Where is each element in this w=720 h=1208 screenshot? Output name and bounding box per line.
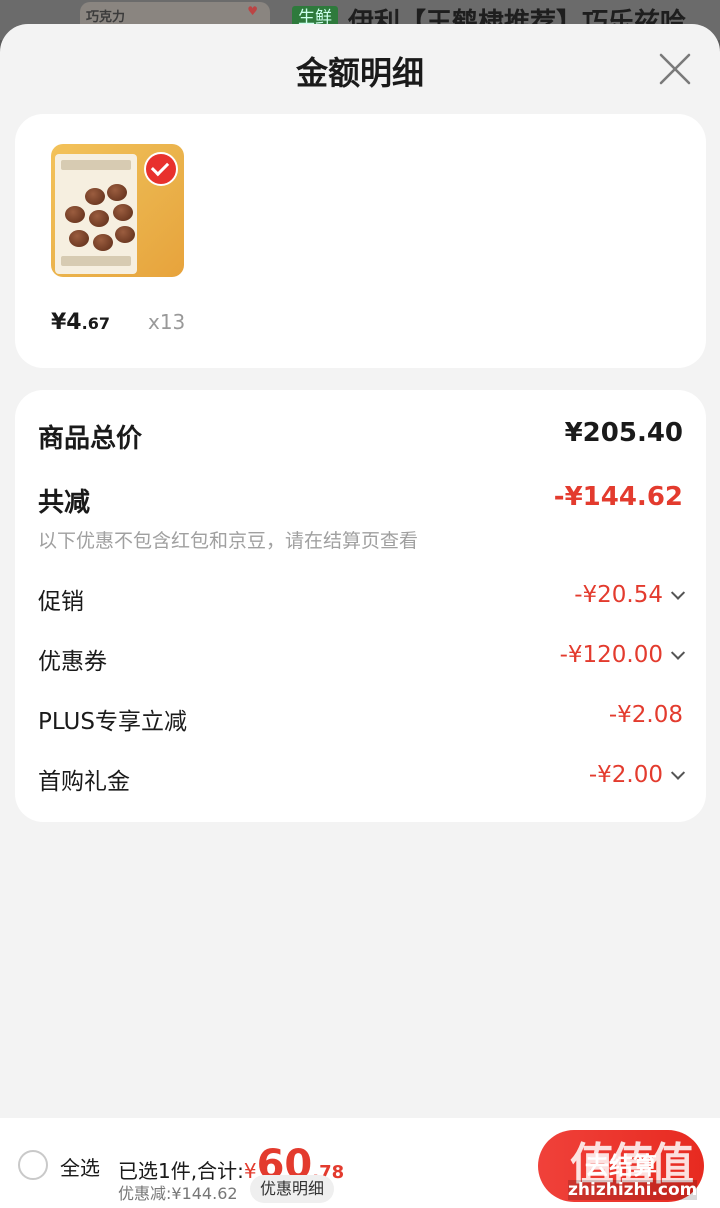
discount-hint: 以下优惠不包含红包和京豆，请在结算页查看 <box>38 530 419 552</box>
chevron-down-icon <box>670 765 686 780</box>
first-purchase-gift-value: -¥2.00 <box>588 762 686 788</box>
discount-summary: 优惠减:¥144.62 <box>118 1184 238 1203</box>
product-box-graphic <box>55 154 137 274</box>
close-icon[interactable] <box>658 52 692 86</box>
first-purchase-gift-amount: -¥2.00 <box>588 762 663 788</box>
amount-detail-sheet: 金额明细 ¥4.67 x13 商品总价 ¥205.40 共减 -¥144.62 … <box>0 24 720 1208</box>
total-reduction-label: 共减 <box>38 488 91 518</box>
plus-discount-value: -¥2.08 <box>608 702 683 728</box>
background-thumb-text: 巧克力 <box>86 10 126 25</box>
price-decimal: .67 <box>81 314 110 333</box>
chevron-down-icon <box>670 585 686 600</box>
coupon-amount: -¥120.00 <box>559 642 663 668</box>
watermark: 值值值 zhizhizhi.com <box>560 1120 720 1206</box>
chevron-down-icon <box>670 645 686 660</box>
promotion-amount: -¥20.54 <box>574 582 663 608</box>
watermark-site: zhizhizhi.com <box>568 1180 698 1200</box>
sheet-title: 金额明细 <box>295 54 424 92</box>
product-image[interactable] <box>51 144 184 277</box>
total-reduction-value: -¥144.62 <box>553 482 683 512</box>
heart-icon: ♥ <box>247 4 258 18</box>
product-unit-price: ¥4.67 <box>51 310 110 335</box>
total-price-value: ¥205.40 <box>564 418 683 448</box>
plus-discount-label: PLUS专享立减 <box>38 709 187 735</box>
promotion-value: -¥20.54 <box>574 582 686 608</box>
first-purchase-gift-label: 首购礼金 <box>38 769 130 795</box>
price-integer: ¥4 <box>51 310 82 335</box>
promotion-label: 促销 <box>38 589 84 615</box>
coupon-value: -¥120.00 <box>559 642 686 668</box>
product-quantity: x13 <box>148 310 186 334</box>
coupon-label: 优惠券 <box>38 649 107 675</box>
select-all-radio[interactable] <box>18 1150 48 1180</box>
product-card: ¥4.67 x13 <box>15 114 706 368</box>
selected-check-icon <box>144 152 178 186</box>
discount-detail-button[interactable]: 优惠明细 <box>250 1175 335 1203</box>
total-price-label: 商品总价 <box>38 424 143 454</box>
price-detail-card: 商品总价 ¥205.40 共减 -¥144.62 以下优惠不包含红包和京豆，请在… <box>15 390 706 822</box>
select-all-label[interactable]: 全选 <box>60 1152 100 1181</box>
